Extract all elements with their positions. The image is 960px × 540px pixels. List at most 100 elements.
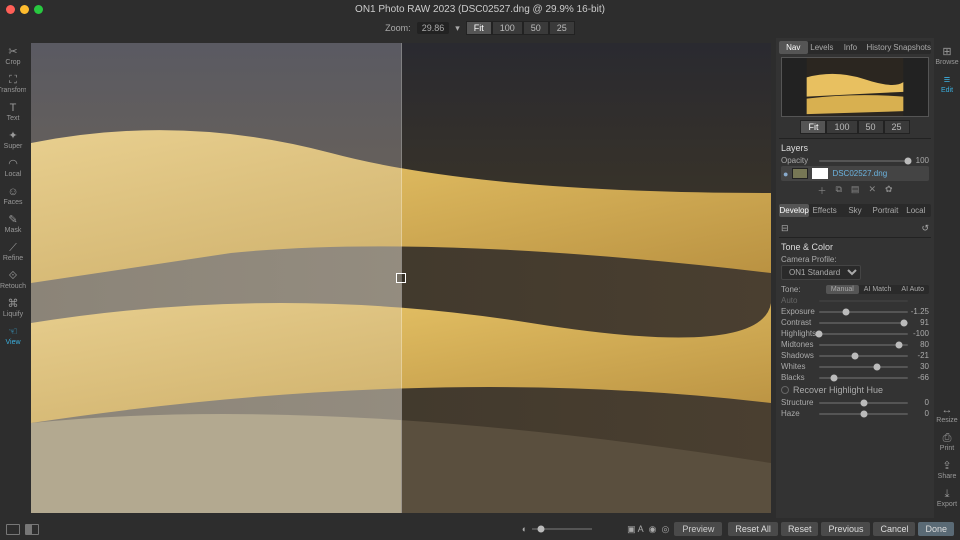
layer-settings-icon[interactable]: ✿: [885, 184, 893, 197]
nav-50-button[interactable]: 50: [858, 120, 884, 134]
zoom-toolbar: Zoom: 29.86 ▾ Fit 100 50 25: [0, 18, 960, 38]
crop-icon: ✂: [8, 46, 17, 58]
layer-thumbnail: [792, 168, 808, 179]
midtones-slider[interactable]: [819, 344, 908, 346]
zoom-50-button[interactable]: 50: [523, 21, 549, 35]
zoom-label: Zoom:: [385, 23, 411, 33]
zoom-fit-button[interactable]: Fit: [466, 21, 492, 35]
mode-manual[interactable]: Manual: [826, 285, 859, 294]
edit-tabs: Develop Effects Sky Portrait Local: [779, 204, 931, 217]
nav-100-button[interactable]: 100: [826, 120, 857, 134]
reset-button[interactable]: Reset: [781, 522, 819, 536]
module-edit[interactable]: ≡Edit: [935, 70, 959, 98]
module-export[interactable]: ⤓Export: [935, 484, 959, 512]
whites-slider[interactable]: [819, 366, 908, 368]
zoom-25-button[interactable]: 25: [549, 21, 575, 35]
maximize-icon[interactable]: [34, 5, 43, 14]
share-icon: ⇪: [942, 460, 951, 472]
face-icon: ☺: [7, 186, 18, 198]
duplicate-layer-icon[interactable]: ⧉: [835, 184, 841, 197]
contrast-slider[interactable]: [819, 322, 908, 324]
compare-split-handle[interactable]: [396, 273, 406, 283]
camera-profile-label: Camera Profile:: [781, 254, 929, 265]
clipping-icon[interactable]: ◉: [649, 524, 657, 535]
module-share[interactable]: ⇪Share: [935, 456, 959, 484]
liquify-icon: ⌘: [8, 298, 19, 310]
tool-refine[interactable]: ⟋Refine: [1, 238, 25, 266]
info-overlay-icon[interactable]: ◎: [662, 524, 670, 535]
previous-button[interactable]: Previous: [821, 522, 870, 536]
softproof-icon[interactable]: ◐: [522, 524, 527, 534]
tool-crop[interactable]: ✂Crop: [1, 42, 25, 70]
haze-value: 0: [911, 409, 929, 418]
resize-icon: ↔: [942, 404, 953, 416]
tab-develop[interactable]: Develop: [779, 204, 809, 217]
camera-profile-select[interactable]: ON1 Standard: [781, 265, 861, 280]
add-layer-icon[interactable]: ＋: [817, 184, 826, 197]
layer-item[interactable]: ● DSC02527.dng: [781, 166, 929, 181]
cancel-button[interactable]: Cancel: [873, 522, 915, 536]
tool-mask[interactable]: ✎Mask: [1, 210, 25, 238]
zoom-100-button[interactable]: 100: [492, 21, 523, 35]
minimize-icon[interactable]: [20, 5, 29, 14]
blacks-label: Blacks: [781, 373, 816, 382]
tool-text[interactable]: TText: [1, 98, 25, 126]
tool-faces[interactable]: ☺Faces: [1, 182, 25, 210]
mode-aimatch[interactable]: AI Match: [859, 285, 897, 294]
layers-title: Layers: [781, 141, 929, 155]
done-button[interactable]: Done: [918, 522, 954, 536]
shadows-slider[interactable]: [819, 355, 908, 357]
module-print[interactable]: ⎙Print: [935, 428, 959, 456]
tab-portrait[interactable]: Portrait: [870, 204, 900, 217]
tab-info[interactable]: Info: [836, 41, 865, 54]
blacks-slider[interactable]: [819, 377, 908, 379]
tool-view[interactable]: ☜View: [1, 322, 25, 350]
tool-transform[interactable]: ⛶Transform: [1, 70, 25, 98]
exposure-slider[interactable]: [819, 311, 908, 313]
tab-snapshots[interactable]: Snapshots: [893, 41, 931, 54]
reset-panel-icon[interactable]: ↺: [921, 223, 929, 234]
tool-liquify[interactable]: ⌘Liquify: [1, 294, 25, 322]
structure-slider[interactable]: [819, 402, 908, 404]
module-resize[interactable]: ↔Resize: [935, 400, 959, 428]
opacity-slider[interactable]: [819, 160, 908, 162]
recover-hue-checkbox[interactable]: [781, 386, 789, 394]
tab-nav[interactable]: Nav: [779, 41, 808, 54]
tool-retouch[interactable]: ⟐Retouch: [1, 266, 25, 294]
mask-icon: ✎: [8, 214, 17, 226]
zoom-value[interactable]: 29.86: [417, 22, 450, 34]
tab-effects[interactable]: Effects: [809, 204, 839, 217]
haze-label: Haze: [781, 409, 816, 418]
reset-all-button[interactable]: Reset All: [728, 522, 778, 536]
visibility-icon[interactable]: ●: [783, 169, 788, 179]
panel-tabs: Nav Levels Info History Snapshots: [779, 41, 931, 54]
nav-25-button[interactable]: 25: [884, 120, 910, 134]
layers-panel: Layers Opacity 100 ● DSC02527.dng ＋ ⧉ ▤ …: [779, 138, 931, 204]
collapse-icon[interactable]: ⊟: [781, 223, 789, 234]
image-preview[interactable]: [31, 43, 771, 513]
mask-a-icon[interactable]: ▣ A: [627, 524, 644, 535]
tab-levels[interactable]: Levels: [808, 41, 837, 54]
view-single-icon[interactable]: [6, 524, 20, 535]
tab-history[interactable]: History: [865, 41, 894, 54]
contrast-value: 91: [911, 318, 929, 327]
tab-sky[interactable]: Sky: [840, 204, 870, 217]
module-browse[interactable]: ⊞Browse: [935, 42, 959, 70]
tab-local[interactable]: Local: [901, 204, 931, 217]
tool-super[interactable]: ✦Super: [1, 126, 25, 154]
highlights-slider[interactable]: [819, 333, 908, 335]
tone-color-panel: Tone & Color Camera Profile: ON1 Standar…: [779, 237, 931, 423]
merge-layer-icon[interactable]: ▤: [851, 184, 860, 197]
close-icon[interactable]: [6, 5, 15, 14]
preview-button[interactable]: Preview: [674, 522, 722, 536]
tool-local[interactable]: ◠Local: [1, 154, 25, 182]
delete-layer-icon[interactable]: ✕: [868, 184, 876, 197]
haze-slider[interactable]: [819, 413, 908, 415]
navigator-thumbnail[interactable]: [781, 57, 929, 117]
retouch-icon: ⟐: [9, 270, 18, 282]
mode-aiauto[interactable]: AI Auto: [896, 285, 929, 294]
macos-titlebar: ON1 Photo RAW 2023 (DSC02527.dng @ 29.9%…: [0, 0, 960, 18]
nav-fit-button[interactable]: Fit: [800, 120, 826, 134]
view-compare-icon[interactable]: [25, 524, 39, 535]
highlights-value: -100: [911, 329, 929, 338]
